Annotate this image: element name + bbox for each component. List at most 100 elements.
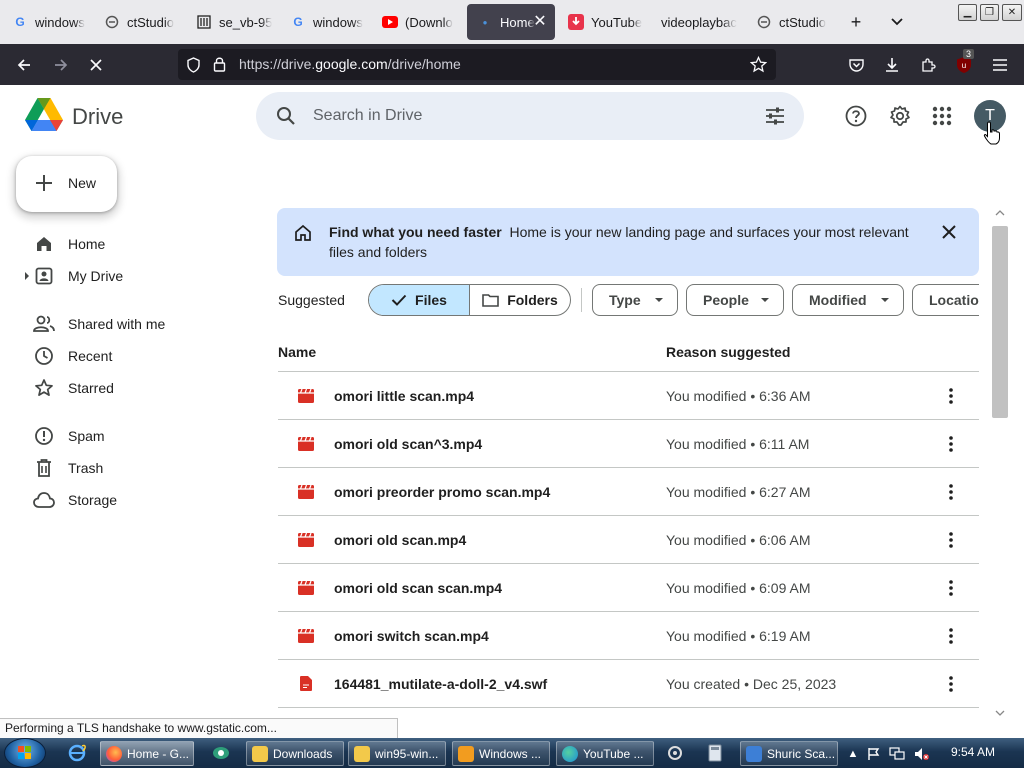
table-row[interactable]: omori little scan.mp4 You modified • 6:3… <box>278 372 979 420</box>
forward-icon[interactable] <box>48 52 74 78</box>
ie-quicklaunch-icon[interactable] <box>68 744 86 762</box>
browser-tab[interactable]: G windows <box>280 4 372 40</box>
start-button[interactable] <box>4 738 46 768</box>
show-hidden-icons-icon[interactable]: ▲ <box>845 746 861 762</box>
video-file-icon <box>298 580 314 595</box>
url-text[interactable]: https://drive.google.com/drive/home <box>239 56 461 72</box>
sidebar-item-storage[interactable]: Storage <box>24 484 244 516</box>
table-row[interactable]: omori preorder promo scan.mp4 You modifi… <box>278 468 979 516</box>
downloads-icon[interactable] <box>879 52 905 78</box>
reason-column-header: Reason suggested <box>666 344 791 360</box>
video-file-icon <box>298 484 314 499</box>
sidebar-item-my-drive[interactable]: My Drive <box>24 260 244 292</box>
browser-tab[interactable]: videoplaybac <box>651 4 743 40</box>
drive-logo-icon[interactable] <box>25 98 63 134</box>
action-center-flag-icon[interactable] <box>866 746 882 762</box>
more-actions-icon[interactable] <box>943 386 959 406</box>
browser-tab[interactable]: (Downlo <box>372 4 462 40</box>
ublock-icon[interactable]: u 3 <box>951 49 977 78</box>
sidebar-item-starred[interactable]: Starred <box>24 372 244 404</box>
file-name: omori old scan.mp4 <box>334 532 467 548</box>
google-icon: G <box>15 15 25 29</box>
clock[interactable]: 9:54 AM <box>951 745 995 759</box>
stop-loading-icon[interactable] <box>83 52 109 78</box>
type-filter-chip[interactable]: Type <box>592 284 678 316</box>
browser-tab[interactable]: YouTube <box>558 4 646 40</box>
sidebar-item-shared-with-me[interactable]: Shared with me <box>24 308 244 340</box>
calculator-quicklaunch-icon[interactable] <box>706 744 724 762</box>
close-window-button[interactable]: ✕ <box>1002 4 1022 21</box>
lock-icon[interactable] <box>213 56 226 75</box>
restore-window-button[interactable]: ❐ <box>980 4 999 21</box>
menu-icon[interactable] <box>987 52 1013 78</box>
file-reason: You modified • 6:09 AM <box>666 580 811 596</box>
file-name: omori little scan.mp4 <box>334 388 475 404</box>
search-icon[interactable] <box>276 106 296 129</box>
search-options-icon[interactable] <box>764 106 786 129</box>
new-tab-icon[interactable]: + <box>844 10 868 34</box>
pocket-icon[interactable] <box>843 52 869 78</box>
modified-filter-chip[interactable]: Modified <box>792 284 904 316</box>
apps-grid-icon[interactable] <box>930 104 954 128</box>
sidebar-item-recent[interactable]: Recent <box>24 340 244 372</box>
browser-tab[interactable]: G windows <box>2 4 92 40</box>
extensions-icon[interactable] <box>915 52 941 78</box>
table-row[interactable]: omori old scan scan.mp4 You modified • 6… <box>278 564 979 612</box>
sidebar-item-trash[interactable]: Trash <box>24 452 244 484</box>
settings-quicklaunch-icon[interactable] <box>666 744 684 762</box>
search-bar[interactable]: Search in Drive <box>256 92 804 140</box>
back-icon[interactable] <box>11 52 37 78</box>
taskbar-item-windows-media[interactable]: Windows ... <box>452 741 550 766</box>
minimize-window-button[interactable]: ▁ <box>958 4 977 21</box>
tracking-protection-icon[interactable] <box>186 57 201 76</box>
more-actions-icon[interactable] <box>943 434 959 454</box>
close-tab-icon[interactable]: ✕ <box>531 13 549 31</box>
more-actions-icon[interactable] <box>943 674 959 694</box>
more-actions-icon[interactable] <box>943 482 959 502</box>
google-icon: G <box>293 15 303 29</box>
table-row[interactable]: omori old scan^3.mp4 You modified • 6:11… <box>278 420 979 468</box>
taskbar-item-youtube[interactable]: YouTube ... <box>556 741 654 766</box>
files-toggle-button[interactable]: Files <box>369 285 470 315</box>
search-input[interactable]: Search in Drive <box>313 107 422 125</box>
more-actions-icon[interactable] <box>943 626 959 646</box>
app-title[interactable]: Drive <box>72 104 123 130</box>
taskbar-item-downloads[interactable]: Downloads <box>246 741 344 766</box>
url-bar[interactable]: https://drive.google.com/drive/home <box>178 49 776 80</box>
sidebar-item-spam[interactable]: Spam <box>24 420 244 452</box>
file-reason: You modified • 6:11 AM <box>666 436 810 452</box>
close-banner-icon[interactable] <box>941 224 957 240</box>
bookmark-star-icon[interactable] <box>749 55 768 76</box>
sidebar-item-home[interactable]: Home <box>24 228 244 260</box>
list-tabs-icon[interactable] <box>885 10 909 34</box>
table-row[interactable]: 164481_mutilate-a-doll-2_v4.swf You crea… <box>278 660 979 708</box>
taskbar-item-shuric-scan[interactable]: Shuric Sca... <box>740 741 838 766</box>
folders-toggle-button[interactable]: Folders <box>470 285 570 315</box>
browser-tab-active[interactable]: ● Home ✕ <box>467 4 555 40</box>
more-actions-icon[interactable] <box>943 530 959 550</box>
more-actions-icon[interactable] <box>943 578 959 598</box>
table-row[interactable]: omori old scan.mp4 You modified • 6:06 A… <box>278 516 979 564</box>
taskbar-item-firefox[interactable]: Home - G... <box>100 741 194 766</box>
browser-tab[interactable]: ctStudio <box>94 4 182 40</box>
browser-tab[interactable]: ctStudio <box>746 4 838 40</box>
taskbar-item-win95[interactable]: win95-win... <box>348 741 446 766</box>
settings-gear-icon[interactable] <box>888 104 912 128</box>
file-reason: You created • Dec 25, 2023 <box>666 676 837 692</box>
browser-tab[interactable]: se_vb-95 <box>186 4 278 40</box>
file-reason: You modified • 6:27 AM <box>666 484 811 500</box>
volume-muted-icon[interactable] <box>914 746 930 762</box>
youtube-icon <box>382 14 398 30</box>
browser-tab-strip: G windows ctStudio se_vb-95 G windows (D… <box>0 0 1024 44</box>
location-filter-chip[interactable]: Location <box>912 284 979 316</box>
dropdown-caret-icon <box>881 298 889 302</box>
name-column-header[interactable]: Name <box>278 344 316 360</box>
video-file-icon <box>298 436 314 451</box>
app-quicklaunch-icon[interactable] <box>212 744 230 762</box>
scrollbar-thumb[interactable] <box>992 226 1008 418</box>
table-row[interactable]: omori switch scan.mp4 You modified • 6:1… <box>278 612 979 660</box>
help-icon[interactable] <box>844 104 868 128</box>
new-button[interactable]: New <box>16 156 117 212</box>
people-filter-chip[interactable]: People <box>686 284 784 316</box>
network-icon[interactable] <box>889 746 905 762</box>
